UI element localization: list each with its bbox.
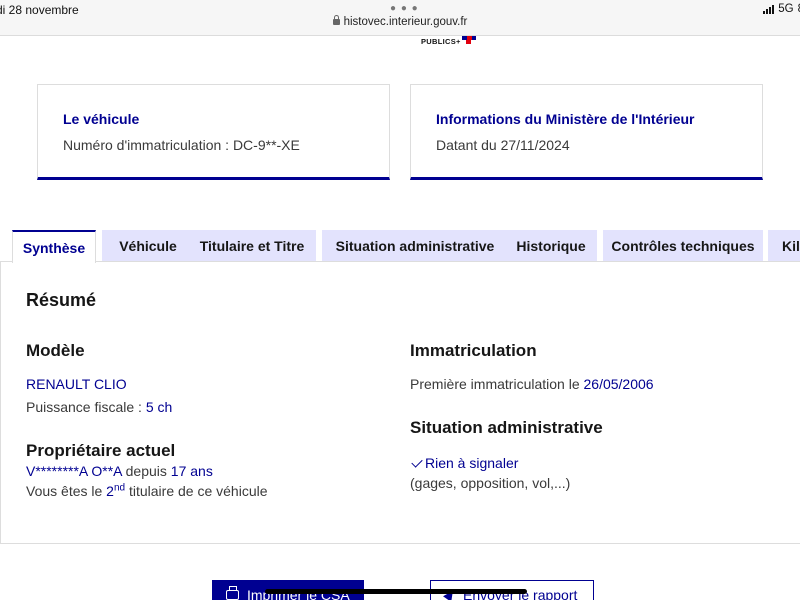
vehicle-card: Le véhicule Numéro d'immatriculation : D…: [37, 84, 390, 180]
address-bar[interactable]: histovec.interieur.gouv.fr: [0, 15, 800, 28]
home-indicator[interactable]: [265, 589, 527, 594]
first-registration: Première immatriculation le 26/05/2006: [410, 376, 654, 392]
first-registration-label: Première immatriculation le: [410, 376, 584, 392]
network-label: 5G: [778, 3, 794, 15]
tab-situation-administrative[interactable]: Situation administrative: [322, 230, 508, 262]
fiscal-power-label: Puissance fiscale :: [26, 399, 146, 415]
fiscal-power: Puissance fiscale : 5 ch: [26, 399, 172, 415]
printer-icon: [226, 586, 239, 600]
situation-heading: Situation administrative: [410, 418, 603, 437]
tab-controles-techniques[interactable]: Contrôles techniques: [603, 230, 763, 262]
owner-since-value: 17 ans: [170, 463, 213, 479]
status-indicators: 5G 8: [763, 3, 800, 15]
ministry-card-title: Informations du Ministère de l'Intérieur: [436, 111, 695, 127]
lock-icon: [332, 15, 340, 25]
tab-vehicule[interactable]: Véhicule: [102, 230, 194, 262]
first-registration-date: 26/05/2006: [583, 376, 654, 392]
registration-number: Numéro d'immatriculation : DC-9**-XE: [63, 137, 300, 153]
check-icon: [411, 456, 423, 468]
owner-rank-suffix: titulaire de ce véhicule: [125, 483, 268, 499]
situation-details: (gages, opposition, vol,...): [410, 475, 571, 491]
tab-synthese[interactable]: Synthèse: [12, 230, 96, 263]
owner-rank-number: 2: [106, 483, 114, 499]
status-date: di 28 novembre: [0, 3, 79, 17]
immatriculation-heading: Immatriculation: [410, 341, 537, 360]
vehicle-card-title: Le véhicule: [63, 111, 140, 127]
signal-icon: [763, 4, 775, 14]
tab-kilometrage[interactable]: Kilo: [768, 230, 800, 262]
situation-status-text: Rien à signaler: [425, 455, 519, 471]
owner-line: V********A O**A depuis 17 ans: [26, 463, 213, 479]
marianne-logo-icon: [462, 36, 476, 44]
summary-heading: Résumé: [26, 290, 97, 310]
owner-name: V********A O**A: [26, 463, 122, 479]
modele-heading: Modèle: [26, 341, 85, 360]
fiscal-power-value: 5 ch: [145, 399, 173, 415]
proprietaire-heading: Propriétaire actuel: [26, 441, 176, 460]
tab-historique[interactable]: Historique: [505, 230, 597, 262]
ministry-card: Informations du Ministère de l'Intérieur…: [410, 84, 763, 180]
data-date: Datant du 27/11/2024: [436, 137, 570, 153]
owner-rank-prefix: Vous êtes le: [26, 483, 107, 499]
situation-status: Rien à signaler: [410, 455, 518, 471]
status-bar: di 28 novembre ● ● ● histovec.interieur.…: [0, 0, 800, 36]
tab-bar: Synthèse Véhicule Titulaire et Titre Sit…: [12, 230, 800, 263]
url-text: histovec.interieur.gouv.fr: [343, 16, 468, 28]
tab-titulaire[interactable]: Titulaire et Titre: [188, 230, 316, 262]
owner-rank: Vous êtes le 2nd titulaire de ce véhicul…: [26, 483, 268, 499]
owner-rank-sup: nd: [113, 482, 126, 494]
more-dots-icon[interactable]: ● ● ●: [390, 3, 419, 14]
logo-text: PUBLICS+: [421, 37, 461, 46]
owner-since-label: depuis: [121, 463, 171, 479]
vehicle-model: RENAULT CLIO: [26, 376, 127, 392]
